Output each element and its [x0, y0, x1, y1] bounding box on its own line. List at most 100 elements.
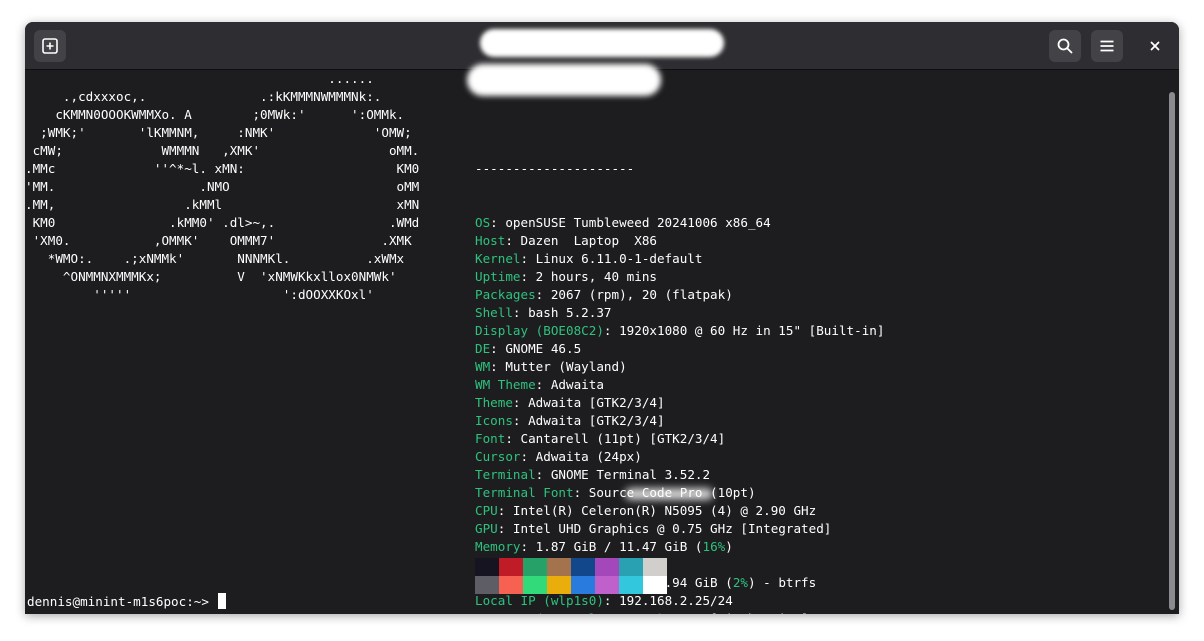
close-icon [1150, 41, 1160, 51]
info-value: : openSUSE Tumbleweed 20241006 x86_64 [490, 215, 771, 230]
info-value: : Dazen Laptop X86 [505, 233, 657, 248]
palette-swatch [571, 576, 595, 594]
palette-swatch [523, 576, 547, 594]
info-row: Display (BOE08C2): 1920x1080 @ 60 Hz in … [475, 322, 884, 340]
info-key: DE [475, 341, 491, 356]
info-key: Packages [475, 287, 536, 302]
logo-line: 'MM. .NMO oMM [25, 179, 420, 194]
info-row: Shell: bash 5.2.37 [475, 304, 884, 322]
info-row: WM: Mutter (Wayland) [475, 358, 884, 376]
redacted-ip [625, 488, 713, 500]
menu-button[interactable] [1091, 30, 1123, 62]
distro-ascii-logo: ...... .,cdxxxoc,. .:kKMMMNWMMMNk:. cKMM… [25, 70, 419, 304]
new-tab-icon [42, 38, 58, 54]
info-value: : Intel(R) Celeron(R) N5095 (4) @ 2.90 G… [497, 503, 817, 518]
logo-line: .MMc ''^*~l. xMN: KM0 [25, 161, 420, 176]
palette-swatch [619, 558, 643, 576]
info-row: Local IP (wlp1s0): 192.168.2.25/24 [475, 592, 884, 610]
info-value: : [665, 611, 680, 614]
info-key: GPU [475, 521, 498, 536]
info-row: Icons: Adwaita [GTK2/3/4] [475, 412, 884, 430]
close-button[interactable] [1139, 30, 1171, 62]
info-row: CPU: Intel(R) Celeron(R) N5095 (4) @ 2.9… [475, 502, 884, 520]
info-value: : GNOME 46.5 [490, 341, 582, 356]
info-value: : Intel UHD Graphics @ 0.75 GHz [Integra… [497, 521, 832, 536]
search-icon [1057, 38, 1073, 54]
info-key: Host [475, 233, 506, 248]
info-key: WM Theme [475, 377, 536, 392]
info-row: Terminal: GNOME Terminal 3.52.2 [475, 466, 884, 484]
text-cursor [217, 593, 226, 609]
info-key: Uptime [475, 269, 521, 284]
info-key: Icons [475, 413, 513, 428]
logo-line: cMW; WMMMN ,XMK' oMM. [25, 143, 420, 158]
info-value: : Linux 6.11.0-1-default [520, 251, 703, 266]
palette-swatch [619, 576, 643, 594]
info-row: Font: Cantarell (11pt) [GTK2/3/4] [475, 430, 884, 448]
info-value: : Cantarell (11pt) [GTK2/3/4] [505, 431, 726, 446]
prompt-text: dennis@minint-m1s6poc:~> [27, 594, 217, 609]
info-value-tail: [Discharging] [702, 611, 809, 614]
palette-swatch [499, 558, 523, 576]
hamburger-menu-icon [1100, 40, 1114, 52]
new-tab-button[interactable] [34, 30, 66, 62]
info-row: Packages: 2067 (rpm), 20 (flatpak) [475, 286, 884, 304]
shell-prompt[interactable]: dennis@minint-m1s6poc:~> [27, 593, 226, 611]
info-key: Memory [475, 539, 521, 554]
scrollbar[interactable] [1169, 92, 1175, 610]
info-key: Theme [475, 395, 513, 410]
info-value: : 2 hours, 40 mins [520, 269, 657, 284]
logo-line: .MM, .kMMl xMN [25, 197, 420, 212]
logo-line: KM0 .kMM0' .dl>~,. .WMd [25, 215, 420, 230]
separator-line: --------------------- [475, 161, 635, 176]
info-value: : Adwaita (24px) [520, 449, 642, 464]
palette-swatch [499, 576, 523, 594]
title-bar [25, 22, 1179, 70]
info-row: Kernel: Linux 6.11.0-1-default [475, 250, 884, 268]
logo-line: cKMMN0OOOKWMMXo. A ;0MWk:' ':OMMk. [25, 107, 405, 122]
info-row: Host: Dazen Laptop X86 [475, 232, 884, 250]
info-percent: 2% [732, 575, 748, 590]
palette-swatch [643, 558, 667, 576]
palette-swatch [475, 558, 499, 576]
palette-swatch [475, 576, 499, 594]
info-row: Battery (SR Real Battery): 89% [Discharg… [475, 610, 884, 614]
redacted-hostname [467, 64, 661, 96]
info-key: Shell [475, 305, 513, 320]
info-value: : 2067 (rpm), 20 (flatpak) [535, 287, 733, 302]
info-row: OS: openSUSE Tumbleweed 20241006 x86_64 [475, 214, 884, 232]
info-key: WM [475, 359, 491, 374]
info-value: : Adwaita [GTK2/3/4] [512, 395, 665, 410]
info-row: GPU: Intel UHD Graphics @ 0.75 GHz [Inte… [475, 520, 884, 538]
info-value: : Adwaita [GTK2/3/4] [512, 413, 665, 428]
info-key: CPU [475, 503, 498, 518]
info-value: : Mutter (Wayland) [490, 359, 627, 374]
palette-swatch [547, 558, 571, 576]
color-palette [475, 558, 667, 594]
terminal-area[interactable]: ...... .,cdxxxoc,. .:kKMMMNWMMMNk:. cKMM… [25, 64, 1179, 614]
hostname-line [475, 106, 884, 124]
system-info-panel: --------------------- OS: openSUSE Tumbl… [475, 70, 884, 614]
info-value: : bash 5.2.37 [512, 305, 612, 320]
info-value: : 1920x1080 @ 60 Hz in 15" [Built-in] [603, 323, 885, 338]
logo-line: ''''' ':dOOXXKOxl' [25, 287, 374, 302]
logo-line: *WMO:. .;xNMMk' NNNMKl. .xWMx [25, 251, 405, 266]
info-value: : GNOME Terminal 3.52.2 [535, 467, 711, 482]
info-row: Uptime: 2 hours, 40 mins [475, 268, 884, 286]
info-value: : 1.87 GiB / 11.47 GiB ( [520, 539, 703, 554]
palette-swatch [595, 558, 619, 576]
logo-line: 'XM0. ,OMMK' OMMM7' .XMK [25, 233, 412, 248]
info-key: Terminal Font [475, 485, 574, 500]
search-button[interactable] [1049, 30, 1081, 62]
info-value: : Adwaita [535, 377, 604, 392]
logo-line: ...... [25, 71, 374, 86]
info-key: Kernel [475, 251, 521, 266]
info-key: Local IP (wlp1s0) [475, 593, 604, 608]
info-key: OS [475, 215, 491, 230]
info-percent: 16% [702, 539, 726, 554]
info-value-tail: ) - btrfs [747, 575, 817, 590]
info-key: Terminal [475, 467, 536, 482]
palette-swatch [523, 558, 547, 576]
info-key: Font [475, 431, 506, 446]
terminal-window: ...... .,cdxxxoc,. .:kKMMMNWMMMNk:. cKMM… [25, 22, 1179, 614]
